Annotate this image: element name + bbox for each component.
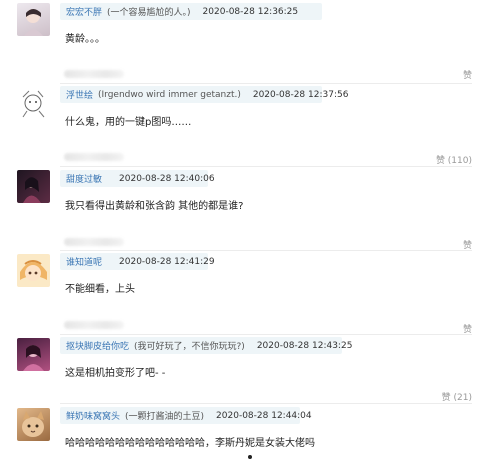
divider (60, 334, 472, 335)
avatar[interactable] (17, 3, 50, 36)
avatar[interactable] (17, 338, 50, 371)
blurred-username (64, 153, 124, 161)
user-status: (Irgendwo wird immer getanzt.) (98, 89, 241, 100)
user-status: (一颗打酱油的土豆) (125, 412, 205, 422)
user-status: (一个容易尴尬的人。) (107, 8, 191, 18)
timestamp: 2020-08-28 12:37:56 (252, 89, 349, 100)
timestamp: 2020-08-28 12:40:06 (119, 173, 215, 184)
divider (60, 403, 472, 404)
comment-text: 黄龄。。。 (65, 34, 105, 45)
timestamp: 2020-08-28 12:44:04 (216, 410, 312, 421)
comment-header: 甜度过敏 2020-08-28 12:40:06 (60, 170, 215, 187)
comment-text: 我只看得出黄龄和张含韵 其他的都是谁? (65, 201, 244, 212)
username-link[interactable]: 谁知道呢 (66, 255, 102, 268)
avatar[interactable] (17, 408, 50, 441)
blurred-username (64, 321, 124, 329)
scroll-indicator-dot (248, 455, 252, 459)
username-link[interactable]: 宏宏不胖 (66, 5, 102, 18)
username-link[interactable]: 甜度过敏 (66, 172, 102, 185)
username-link[interactable]: 鲜奶味窝窝头 (66, 409, 120, 422)
comment-header: 鲜奶味窝窝头 (一颗打酱油的土豆) 2020-08-28 12:44:04 (60, 407, 312, 424)
divider (60, 250, 472, 251)
comment-header: 谁知道呢 2020-08-28 12:41:29 (60, 253, 215, 270)
comment-text: 什么鬼，用的一键p图吗…… (65, 117, 192, 128)
like-button[interactable]: 赞 (110) (436, 153, 472, 166)
comment-text: 不能细看，上头 (65, 284, 135, 295)
comment-text: 这是相机拍变形了吧- - (65, 368, 166, 379)
avatar[interactable] (17, 254, 50, 287)
comment-header: 宏宏不胖 (一个容易尴尬的人。) 2020-08-28 12:36:25 (60, 3, 322, 20)
timestamp: 2020-08-28 12:36:25 (202, 6, 299, 17)
blurred-username (64, 238, 124, 246)
timestamp: 2020-08-28 12:43:25 (256, 340, 353, 351)
avatar[interactable] (17, 170, 50, 203)
comment-text: 哈哈哈哈哈哈哈哈哈哈哈哈哈哈，李斯丹妮是女装大佬吗 (65, 438, 315, 449)
comment-header: 抠块脚皮给你吃 (我可好玩了，不信你玩玩?) 2020-08-28 12:43:… (60, 337, 352, 354)
username-link[interactable]: 抠块脚皮给你吃 (66, 339, 129, 352)
like-button[interactable]: 赞 (463, 68, 472, 81)
blurred-username (64, 70, 124, 78)
comment-header: 浮世绘 (Irgendwo wird immer getanzt.) 2020-… (60, 86, 348, 103)
divider (60, 166, 472, 167)
username-link[interactable]: 浮世绘 (66, 88, 93, 101)
timestamp: 2020-08-28 12:41:29 (119, 256, 215, 267)
like-button[interactable]: 赞 (21) (442, 390, 472, 403)
avatar[interactable] (17, 87, 50, 120)
user-status: (我可好玩了，不信你玩玩?) (134, 342, 245, 352)
divider (60, 83, 472, 84)
